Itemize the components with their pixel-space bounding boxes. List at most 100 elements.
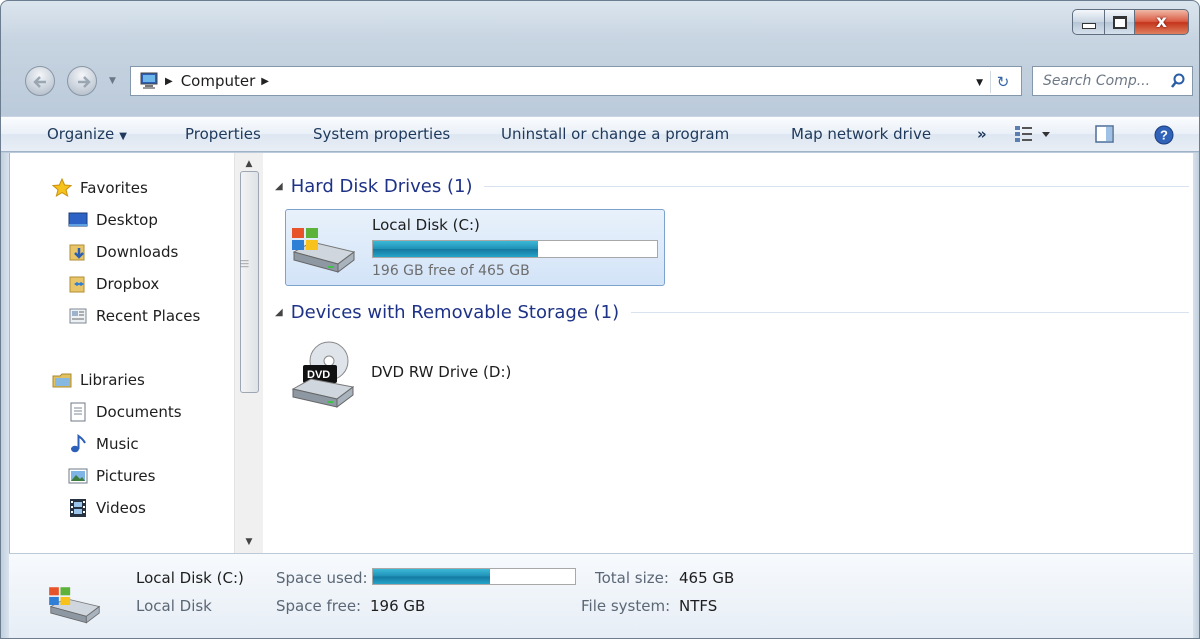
recent-pages-dropdown[interactable]: ▼ [109,76,116,86]
command-bar: Organize ▼ Properties System properties U… [1,116,1199,152]
content-pane: ◢ Hard Disk Drives (1) Local Disk (C:) 1… [263,153,1193,553]
drive-d-name: DVD RW Drive (D:) [371,363,512,381]
desktop-icon [68,210,88,230]
scrollbar-grip-icon: — — — [240,256,249,272]
drive-tile-d[interactable]: DVD DVD RW Drive (D:) [285,335,665,415]
drive-tile-c[interactable]: Local Disk (C:) 196 GB free of 465 GB [285,209,665,286]
dropbox-folder-icon [68,274,88,294]
drive-c-name: Local Disk (C:) [372,216,480,234]
close-icon: x [1156,12,1167,32]
nav-music-label: Music [96,435,139,453]
nav-favorites-label: Favorites [80,179,148,197]
search-box[interactable]: Search Comp... [1032,66,1193,96]
drive-c-free-text: 196 GB free of 465 GB [372,263,530,279]
drive-c-usage-fill [373,241,538,257]
libraries-icon [52,370,72,390]
star-icon [52,178,72,198]
organize-label: Organize [47,125,115,143]
preview-pane-button[interactable] [1094,124,1116,148]
maximize-icon [1112,15,1127,29]
collapse-triangle-icon[interactable]: ◢ [275,181,283,192]
svg-text:?: ? [1160,128,1168,143]
nav-videos[interactable]: Videos [68,495,146,521]
nav-libraries-label: Libraries [80,371,145,389]
uninstall-program-button[interactable]: Uninstall or change a program [501,125,729,143]
forward-button[interactable] [67,66,97,96]
nav-desktop[interactable]: Desktop [68,207,158,233]
nav-documents[interactable]: Documents [68,399,182,425]
breadcrumb-separator[interactable]: ▶ [165,76,173,87]
search-icon[interactable] [1170,73,1186,89]
window-frame-right [1193,153,1199,638]
organize-button[interactable]: Organize ▼ [47,125,127,143]
details-usage-bar [372,568,576,585]
hard-drive-icon [49,587,101,624]
space-free-value: 196 GB [370,597,426,615]
more-commands-button[interactable]: » [977,125,987,143]
chevron-down-icon: ▼ [119,131,127,142]
back-button[interactable] [25,66,55,96]
file-system-label: File system: [581,597,671,615]
group-removable-storage[interactable]: ◢ Devices with Removable Storage (1) [275,299,1189,325]
nav-desktop-label: Desktop [96,211,158,229]
system-properties-button[interactable]: System properties [313,125,450,143]
nav-music[interactable]: Music [68,431,139,457]
address-history-dropdown[interactable]: ▼ [976,78,983,88]
search-input[interactable]: Search Comp... [1043,73,1150,89]
nav-downloads[interactable]: Downloads [68,239,178,265]
view-options-icon [1015,126,1050,142]
breadcrumb-computer[interactable]: Computer [181,72,256,90]
group-title: Hard Disk Drives (1) [290,175,473,197]
nav-recent-places-label: Recent Places [96,307,201,325]
videos-icon [68,498,88,518]
total-size-value: 465 GB [679,569,735,587]
space-used-label: Space used: [276,569,368,587]
nav-pictures[interactable]: Pictures [68,463,155,489]
back-arrow-icon [33,76,46,88]
nav-dropbox[interactable]: Dropbox [68,271,159,297]
scrollbar-thumb[interactable] [240,171,259,393]
minimize-button[interactable] [1072,9,1105,35]
group-hard-disk-drives[interactable]: ◢ Hard Disk Drives (1) [275,173,1189,199]
computer-icon [140,72,158,89]
address-bar[interactable]: ▶ Computer ▶ ▼ ↻ [130,66,1022,96]
nav-pictures-label: Pictures [96,467,156,485]
group-title: Devices with Removable Storage (1) [290,301,620,323]
address-row: ▼ ▶ Computer ▶ ▼ ↻ Search Comp... [1,59,1199,107]
explorer-window: x ▼ ▶ Computer ▶ ▼ ↻ Search Comp... Orga… [0,0,1200,639]
close-button[interactable]: x [1135,9,1189,35]
refresh-icon[interactable]: ↻ [990,71,1015,93]
properties-button[interactable]: Properties [185,125,261,143]
maximize-button[interactable] [1105,9,1135,35]
map-network-drive-button[interactable]: Map network drive [791,125,931,143]
pictures-icon [68,466,88,486]
group-divider [631,311,1189,313]
nav-recent-places[interactable]: Recent Places [68,303,200,329]
nav-videos-label: Videos [96,499,146,517]
breadcrumb-separator[interactable]: ▶ [261,76,269,87]
hard-drive-icon [292,228,356,273]
view-options-button[interactable] [1014,124,1062,148]
collapse-triangle-icon[interactable]: ◢ [275,307,283,318]
nav-favorites[interactable]: Favorites [52,175,148,201]
nav-documents-label: Documents [96,403,182,421]
file-system-value: NTFS [679,597,718,615]
documents-icon [68,402,88,422]
nav-dropbox-label: Dropbox [96,275,160,293]
recent-places-icon [68,306,88,326]
details-type: Local Disk [136,597,212,615]
scroll-down-arrow-icon[interactable]: ▼ [235,531,263,553]
preview-pane-icon [1095,125,1114,143]
music-icon [68,434,88,454]
forward-arrow-icon [78,76,91,88]
minimize-icon [1081,23,1096,29]
details-name: Local Disk (C:) [136,569,244,587]
nav-scrollbar[interactable]: ▲ — — — ▼ [234,153,263,553]
space-free-label: Space free: [276,597,362,615]
total-size-label: Total size: [595,569,669,587]
nav-libraries[interactable]: Libraries [52,367,145,393]
downloads-folder-icon [68,242,88,262]
help-button[interactable]: ? [1153,124,1175,150]
window-controls: x [1072,9,1189,35]
title-bar[interactable]: x [1,1,1199,53]
